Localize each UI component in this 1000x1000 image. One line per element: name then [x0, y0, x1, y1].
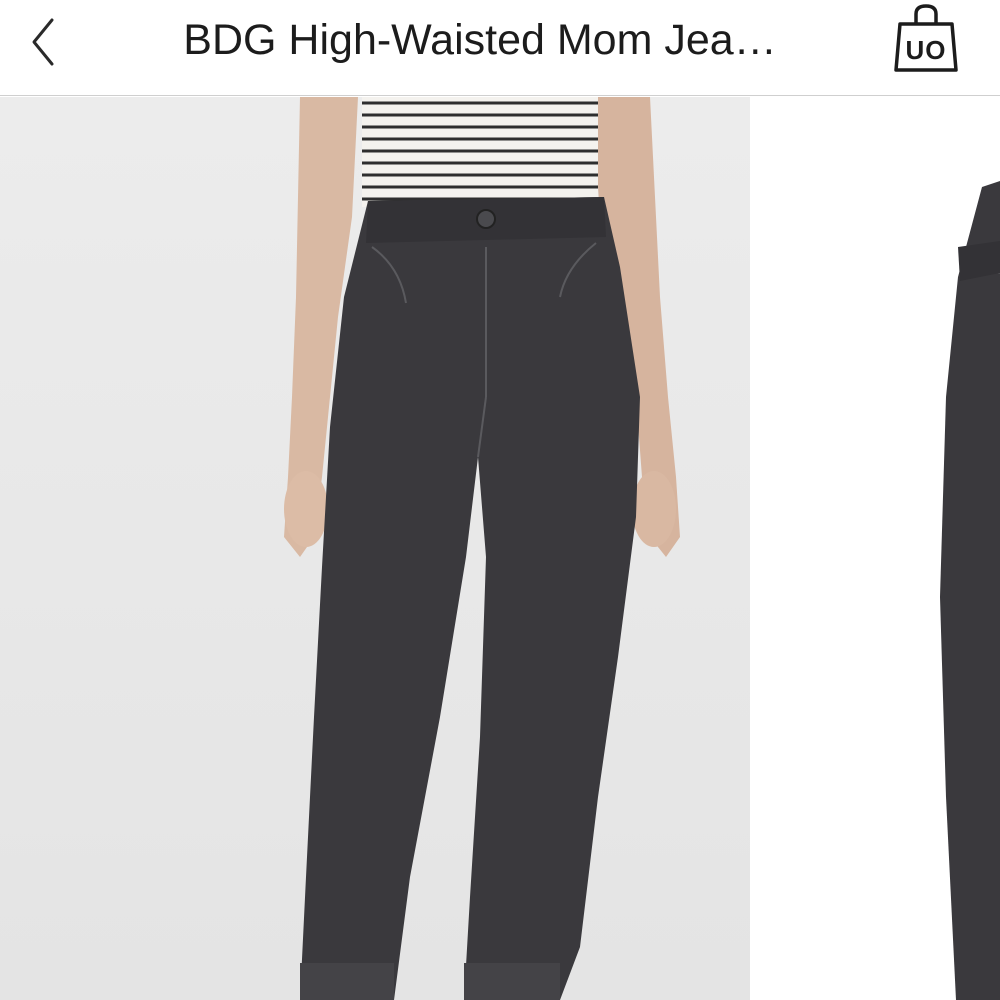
shopping-bag-icon	[894, 4, 958, 72]
product-photo-front[interactable]	[0, 97, 750, 1000]
back-button[interactable]	[10, 12, 70, 72]
top-nav-bar: BDG High-Waisted Mom Jea… UO	[0, 0, 1000, 96]
product-image-carousel[interactable]	[0, 97, 1000, 1000]
product-photo-front-image	[0, 97, 750, 1000]
chevron-left-icon	[32, 18, 54, 66]
page-title: BDG High-Waisted Mom Jea…	[183, 16, 777, 64]
shopping-bag-button[interactable]: UO	[888, 2, 964, 82]
product-photo-side-image	[750, 97, 1000, 1000]
product-photo-side[interactable]	[750, 97, 1000, 1000]
